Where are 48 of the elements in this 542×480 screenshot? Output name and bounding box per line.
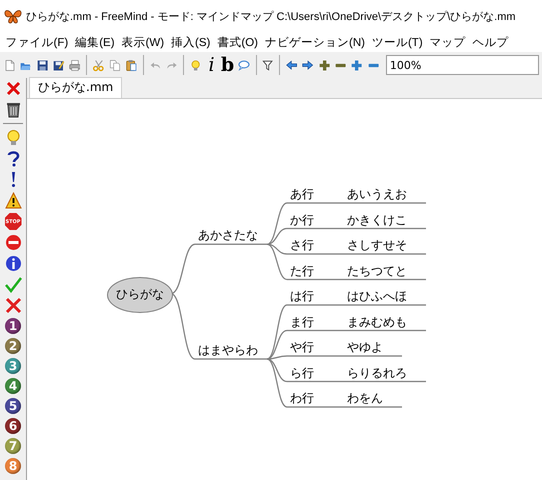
no-entry-icon[interactable] bbox=[4, 234, 22, 251]
map-node[interactable]: たちつてと bbox=[347, 264, 407, 278]
map-node[interactable]: ま行 bbox=[290, 314, 314, 330]
map-node[interactable]: は行 bbox=[290, 289, 314, 304]
menu-item[interactable]: ツール(T) bbox=[368, 34, 426, 50]
menu-item[interactable]: 挿入(S) bbox=[168, 34, 214, 50]
window-title: ひらがな.mm - FreeMind - モード: マインドマップ C:\Users\ri\OneDrive\デスクトップ\ひらがな.mm bbox=[26, 10, 516, 24]
menu-item[interactable]: ファイル(F) bbox=[2, 34, 72, 50]
map-node[interactable]: か行 bbox=[290, 212, 314, 228]
map-node[interactable]: かきくけこ bbox=[347, 212, 407, 228]
map-node[interactable]: はまやらわ bbox=[198, 343, 258, 358]
number-icon[interactable]: 4 bbox=[5, 378, 21, 394]
map-node[interactable]: わをん bbox=[347, 391, 383, 406]
map-node[interactable]: らりるれろ bbox=[347, 366, 407, 380]
warning-icon[interactable] bbox=[4, 192, 22, 209]
map-node[interactable]: はひふへほ bbox=[347, 289, 407, 304]
trash-can-icon[interactable] bbox=[4, 101, 22, 118]
map-node[interactable]: た行 bbox=[290, 264, 314, 278]
cross-icon[interactable] bbox=[4, 297, 22, 314]
butterfly-icon bbox=[4, 8, 22, 24]
document-tab[interactable]: ひらがな.mm bbox=[29, 77, 122, 98]
number-icon[interactable]: 6 bbox=[5, 418, 21, 434]
number-icon[interactable]: 1 bbox=[5, 318, 21, 334]
check-mark-icon[interactable] bbox=[4, 276, 22, 293]
italic-button[interactable]: i bbox=[205, 55, 218, 75]
zoom-field[interactable]: 100% bbox=[386, 55, 539, 75]
map-node[interactable]: やゆよ bbox=[347, 340, 383, 355]
info-icon[interactable] bbox=[4, 255, 22, 272]
map-node[interactable]: あ行 bbox=[290, 187, 314, 202]
map-node[interactable]: ら行 bbox=[290, 366, 314, 380]
map-node[interactable]: まみむめも bbox=[347, 314, 407, 330]
menu-item[interactable]: 表示(W) bbox=[118, 34, 168, 50]
map-node[interactable]: さ行 bbox=[290, 238, 314, 253]
menu-item[interactable]: ナビゲーション(N) bbox=[262, 34, 368, 50]
map-node[interactable]: あかさたな bbox=[198, 228, 258, 244]
bold-button[interactable]: b bbox=[220, 55, 234, 75]
menu-item[interactable]: 編集(E) bbox=[72, 34, 118, 50]
menu-item[interactable]: マップ bbox=[426, 34, 470, 50]
close-icon[interactable] bbox=[4, 80, 22, 97]
map-node[interactable]: や行 bbox=[290, 340, 314, 355]
map-node[interactable]: さしすせそ bbox=[347, 238, 407, 253]
number-icon[interactable]: 5 bbox=[5, 398, 21, 414]
map-node[interactable]: わ行 bbox=[290, 391, 314, 406]
map-node[interactable]: あいうえお bbox=[347, 187, 407, 202]
root-node[interactable]: ひらがな bbox=[107, 276, 173, 313]
menu-item[interactable]: ヘルプ bbox=[469, 34, 512, 50]
number-icon[interactable]: 2 bbox=[5, 338, 21, 354]
menu-item[interactable]: 書式(O) bbox=[214, 34, 262, 50]
